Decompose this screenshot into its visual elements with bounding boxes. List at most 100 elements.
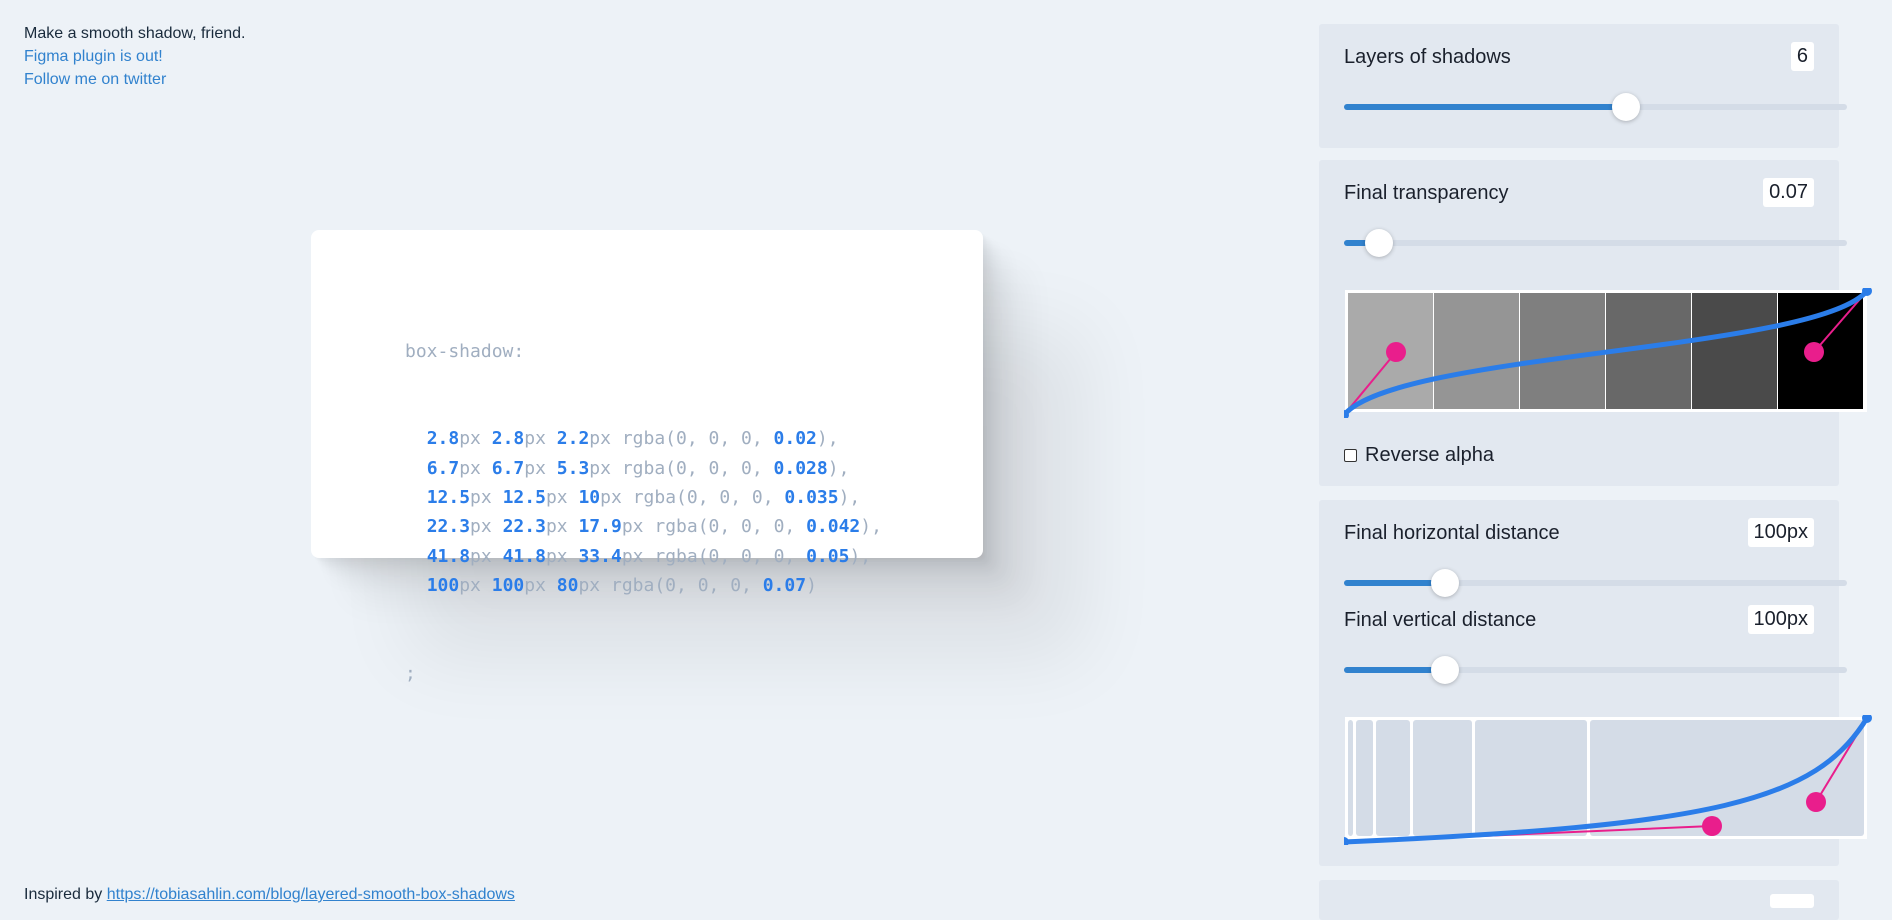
code-number: 12.5 [426,487,471,509]
code-token: px [524,574,546,596]
code-number: 41.8 [502,545,546,567]
code-token: ), [838,487,861,509]
code-number: 2.8 [491,428,525,450]
code-token: px [524,457,546,479]
code-number: 22.3 [502,516,546,538]
distance-step [1590,720,1864,836]
horizontal-slider[interactable] [1344,568,1847,598]
code-number: 100 [426,574,460,596]
vertical-label: Final vertical distance [1344,609,1537,631]
code-number: 0.035 [784,487,839,509]
code-number: 6.7 [491,457,525,479]
alpha-swatch [1692,293,1777,409]
code-number: 0.05 [806,545,850,567]
code-property: box-shadow: [405,340,525,362]
code-layer-line: 2.8px 2.8px 2.2px rgba(0, 0, 0, 0.02), [405,424,882,453]
code-layer-line: 100px 100px 80px rgba(0, 0, 0, 0.07) [405,571,882,600]
code-token: rgba(0, 0, 0, [654,545,807,567]
horizontal-label: Final horizontal distance [1344,522,1560,544]
distance-step [1413,720,1472,836]
code-number: 10 [578,487,601,509]
code-number: 6.7 [426,457,460,479]
code-token: ) [806,574,817,596]
distance-curve-editor[interactable] [1344,715,1872,845]
distance-step [1356,720,1373,836]
code-number: 2.2 [556,428,590,450]
vertical-slider[interactable] [1344,655,1847,685]
transparency-slider[interactable] [1344,228,1847,258]
alpha-curve-editor[interactable] [1344,288,1872,418]
transparency-label: Final transparency [1344,182,1509,204]
alpha-swatch [1520,293,1605,409]
layers-label: Layers of shadows [1344,46,1511,68]
code-layer-line: 12.5px 12.5px 10px rgba(0, 0, 0, 0.035), [405,483,882,512]
code-number: 17.9 [578,516,622,538]
code-number: 33.4 [578,545,622,567]
code-token: px [578,574,601,596]
code-number: 41.8 [426,545,471,567]
code-layer-line: 22.3px 22.3px 17.9px rgba(0, 0, 0, 0.042… [405,512,882,541]
slider-fill [1344,104,1626,110]
reverse-alpha-row[interactable]: Reverse alpha [1344,444,1494,467]
reverse-alpha-checkbox[interactable] [1344,449,1357,462]
code-number: 0.02 [773,428,817,450]
code-number: 5.3 [556,457,590,479]
code-token: rgba(0, 0, 0, [654,516,807,538]
inspiration-link[interactable]: https://tobiasahlin.com/blog/layered-smo… [107,886,515,903]
code-token: rgba(0, 0, 0, [611,574,763,596]
code-token: ), [849,545,872,567]
code-layer-line: 41.8px 41.8px 33.4px rgba(0, 0, 0, 0.05)… [405,542,882,571]
code-number: 0.07 [762,574,807,596]
slider-thumb[interactable] [1365,229,1394,257]
vertical-value[interactable]: 100px [1747,605,1814,634]
alpha-swatch [1434,293,1519,409]
code-number: 80 [556,574,579,596]
code-card: box-shadow: 2.8px 2.8px 2.2px rgba(0, 0,… [311,230,983,684]
code-token: rgba(0, 0, 0, [632,487,785,509]
distance-step [1348,720,1353,836]
code-number: 100 [491,574,525,596]
transparency-value[interactable]: 0.07 [1763,178,1814,207]
code-token: px [459,574,481,596]
curve-handle-end[interactable] [1806,792,1826,812]
code-number: 0.028 [773,457,828,479]
curve-handle-start[interactable] [1702,816,1722,836]
layers-slider[interactable] [1344,92,1847,122]
code-number: 22.3 [426,516,471,538]
slider-track [1344,240,1847,246]
horizontal-value[interactable]: 100px [1747,518,1814,547]
code-token: px [545,545,568,567]
distance-panel: Final horizontal distance 100px Final ve… [1319,500,1872,866]
code-token: px [589,428,611,450]
layers-panel: Layers of shadows 6 [1319,24,1847,148]
next-panel-value[interactable] [1770,894,1814,908]
code-layer-line: 6.7px 6.7px 5.3px rgba(0, 0, 0, 0.028), [405,454,882,483]
footer: Inspired by https://tobiasahlin.com/blog… [24,886,515,904]
code-number: 2.8 [426,428,460,450]
code-token: px [524,428,546,450]
code-token: rgba(0, 0, 0, [621,457,774,479]
layers-value[interactable]: 6 [1790,42,1814,71]
footer-prefix: Inspired by [24,886,103,903]
curve-handle-end[interactable] [1804,342,1824,362]
slider-thumb[interactable] [1430,656,1459,684]
code-token: ), [816,428,839,450]
code-terminator: ; [405,662,416,684]
reverse-alpha-label: Reverse alpha [1365,444,1494,466]
code-token: ), [860,516,882,538]
distance-step [1376,720,1410,836]
code-token: px [545,487,568,509]
code-token: ), [827,457,850,479]
curve-handle-start[interactable] [1386,342,1406,362]
code-token: px [470,545,492,567]
code-token: px [589,457,611,479]
slider-thumb[interactable] [1611,93,1640,121]
slider-fill [1344,580,1445,586]
code-token: px [470,516,492,538]
distance-step [1475,720,1587,836]
css-code-block[interactable]: box-shadow: 2.8px 2.8px 2.2px rgba(0, 0,… [405,278,882,747]
code-token: px [459,428,481,450]
code-token: px [545,516,568,538]
code-token: px [459,457,481,479]
slider-thumb[interactable] [1430,569,1459,597]
